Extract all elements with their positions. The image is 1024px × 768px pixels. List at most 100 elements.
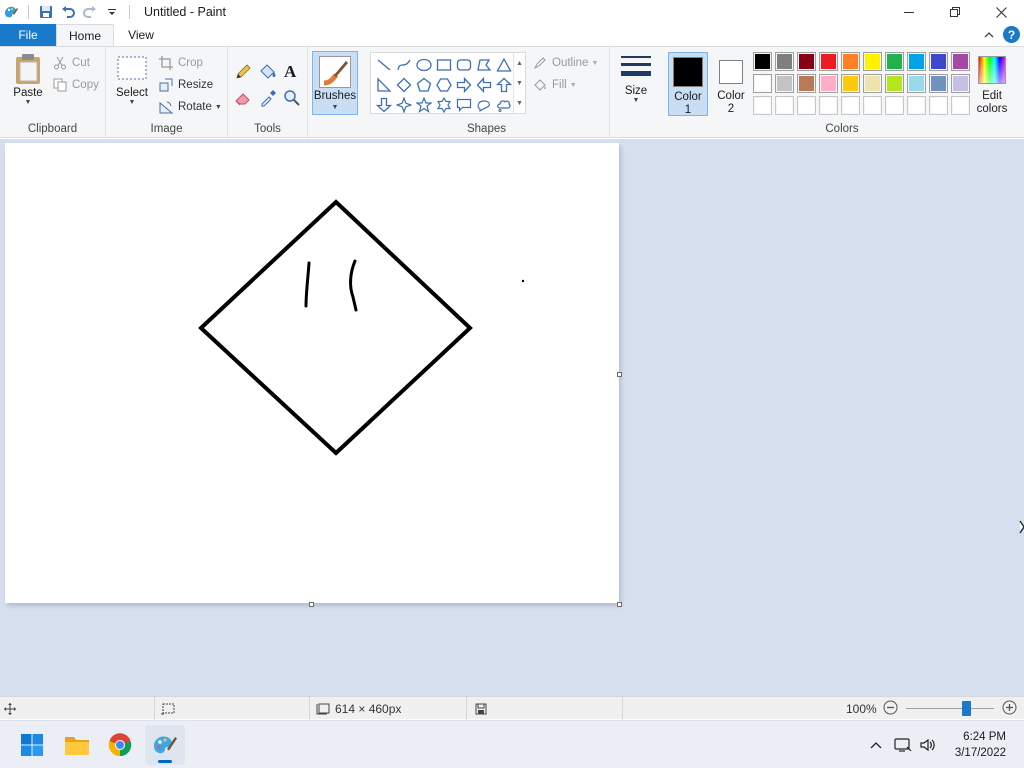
palette-swatch[interactable]	[885, 52, 904, 71]
diamond-shape-icon[interactable]	[394, 75, 414, 95]
tab-home[interactable]: Home	[56, 24, 114, 46]
polygon-shape-icon[interactable]	[474, 55, 494, 75]
close-button[interactable]	[978, 0, 1024, 24]
palette-swatch[interactable]	[951, 52, 970, 71]
network-icon[interactable]	[890, 737, 916, 753]
palette-swatch[interactable]	[797, 52, 816, 71]
scroll-down-icon[interactable]: ▼	[516, 80, 523, 87]
five-point-star-shape-icon[interactable]	[414, 95, 434, 115]
taskbar-chrome[interactable]	[100, 725, 140, 765]
resize-handle-right[interactable]	[617, 372, 622, 377]
gallery-more-icon[interactable]: ▼	[516, 100, 523, 107]
palette-swatch[interactable]	[753, 74, 772, 93]
zoom-slider[interactable]	[905, 701, 994, 716]
up-arrow-shape-icon[interactable]	[494, 75, 514, 95]
palette-swatch[interactable]	[885, 96, 904, 115]
pencil-icon[interactable]	[234, 63, 252, 81]
hexagon-shape-icon[interactable]	[434, 75, 454, 95]
fill-button[interactable]: Fill ▼	[532, 75, 577, 95]
save-icon[interactable]	[35, 1, 57, 23]
scroll-up-icon[interactable]: ▲	[516, 60, 523, 67]
palette-swatch[interactable]	[775, 52, 794, 71]
rounded-rectangle-shape-icon[interactable]	[454, 55, 474, 75]
palette-swatch[interactable]	[907, 74, 926, 93]
palette-swatch[interactable]	[841, 74, 860, 93]
rectangular-callout-shape-icon[interactable]	[454, 95, 474, 115]
palette-swatch[interactable]	[753, 52, 772, 71]
size-button[interactable]: Size ▼	[616, 53, 656, 104]
color-2-button[interactable]: Color 2	[712, 52, 750, 116]
minimize-button[interactable]	[886, 0, 932, 24]
taskbar-clock[interactable]: 6:24 PM 3/17/2022	[955, 729, 1006, 761]
palette-swatch[interactable]	[929, 96, 948, 115]
show-hidden-icons-chevron-icon[interactable]	[866, 741, 886, 749]
brushes-button[interactable]: Brushes ▼	[312, 51, 358, 115]
palette-swatch[interactable]	[929, 74, 948, 93]
color-1-button[interactable]: Color 1	[668, 52, 708, 116]
cut-button[interactable]: Cut	[52, 53, 90, 73]
resize-button[interactable]: Resize	[158, 75, 213, 95]
pentagon-shape-icon[interactable]	[414, 75, 434, 95]
oval-callout-shape-icon[interactable]	[474, 95, 494, 115]
copy-button[interactable]: Copy	[52, 75, 99, 95]
maximize-button[interactable]	[932, 0, 978, 24]
palette-swatch[interactable]	[951, 96, 970, 115]
line-shape-icon[interactable]	[374, 55, 394, 75]
edit-colors-button[interactable]: Edit colors	[972, 52, 1012, 116]
right-triangle-shape-icon[interactable]	[374, 75, 394, 95]
triangle-shape-icon[interactable]	[494, 55, 514, 75]
taskbar-file-explorer[interactable]	[57, 725, 97, 765]
palette-swatch[interactable]	[841, 52, 860, 71]
zoom-slider-thumb[interactable]	[961, 701, 971, 716]
magnifier-icon[interactable]	[283, 89, 301, 107]
resize-handle-bottom[interactable]	[309, 602, 314, 607]
taskbar-paint[interactable]	[145, 725, 185, 765]
palette-swatch[interactable]	[819, 52, 838, 71]
zoom-out-icon[interactable]	[883, 700, 898, 718]
palette-swatch[interactable]	[907, 52, 926, 71]
oval-shape-icon[interactable]	[414, 55, 434, 75]
palette-swatch[interactable]	[797, 74, 816, 93]
fill-bucket-icon[interactable]	[258, 62, 278, 82]
palette-swatch[interactable]	[841, 96, 860, 115]
palette-swatch[interactable]	[863, 96, 882, 115]
palette-swatch[interactable]	[863, 52, 882, 71]
select-button[interactable]: Select ▼	[112, 55, 152, 106]
palette-swatch[interactable]	[819, 96, 838, 115]
palette-swatch[interactable]	[929, 52, 948, 71]
volume-icon[interactable]	[916, 737, 940, 753]
palette-swatch[interactable]	[907, 96, 926, 115]
crop-button[interactable]: Crop	[158, 53, 203, 73]
undo-icon[interactable]	[57, 1, 79, 23]
six-point-star-shape-icon[interactable]	[434, 95, 454, 115]
shapes-scrollbar[interactable]: ▲ ▼ ▼	[513, 53, 525, 113]
palette-swatch[interactable]	[819, 74, 838, 93]
help-icon[interactable]: ?	[1003, 26, 1020, 43]
rectangle-shape-icon[interactable]	[434, 55, 454, 75]
collapse-ribbon-icon[interactable]	[984, 28, 994, 42]
color-picker-icon[interactable]	[259, 89, 277, 107]
rotate-button[interactable]: Rotate ▼	[158, 97, 222, 117]
eraser-icon[interactable]	[234, 89, 252, 107]
palette-swatch[interactable]	[775, 74, 794, 93]
down-arrow-shape-icon[interactable]	[374, 95, 394, 115]
drawing-canvas[interactable]	[5, 143, 619, 603]
palette-swatch[interactable]	[885, 74, 904, 93]
tab-file[interactable]: File	[0, 24, 56, 46]
left-arrow-shape-icon[interactable]	[474, 75, 494, 95]
paste-button[interactable]: Paste ▼	[8, 53, 48, 106]
paint-app-icon[interactable]	[0, 1, 22, 23]
palette-swatch[interactable]	[797, 96, 816, 115]
customize-toolbar-icon[interactable]	[101, 1, 123, 23]
palette-swatch[interactable]	[951, 74, 970, 93]
curve-shape-icon[interactable]	[394, 55, 414, 75]
tab-view[interactable]: View	[114, 24, 168, 46]
four-point-star-shape-icon[interactable]	[394, 95, 414, 115]
palette-swatch[interactable]	[753, 96, 772, 115]
palette-swatch[interactable]	[863, 74, 882, 93]
resize-handle-corner[interactable]	[617, 602, 622, 607]
redo-icon[interactable]	[79, 1, 101, 23]
text-tool-icon[interactable]: A	[284, 62, 302, 82]
palette-swatch[interactable]	[775, 96, 794, 115]
start-button[interactable]	[12, 725, 52, 765]
